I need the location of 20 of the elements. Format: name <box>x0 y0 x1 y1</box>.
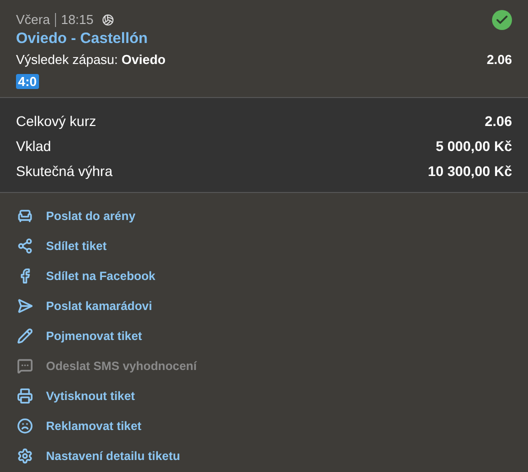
score-badge: 4:0 <box>16 74 39 88</box>
summary-label: Celkový kurz <box>16 112 96 130</box>
action-link[interactable]: Nastavení detailu tiketu <box>0 441 528 471</box>
action-link[interactable]: Pojmenovat tiket <box>0 321 528 351</box>
summary-value: 2.06 <box>484 112 512 130</box>
match-name[interactable]: Oviedo - Castellón <box>16 30 512 48</box>
action-link[interactable]: Poslat kamarádovi <box>0 291 528 321</box>
match-time: 18:15 <box>60 11 94 30</box>
summary-label: Skutečná výhra <box>16 162 112 180</box>
action-link[interactable]: Vytisknout tiket <box>0 381 528 411</box>
bet-odds: 2.06 <box>486 51 512 69</box>
action-link[interactable]: Sdílet na Facebook <box>0 261 528 291</box>
summary-label: Vklad <box>16 137 52 155</box>
action-link[interactable]: Sdílet tiket <box>0 231 528 261</box>
summary-value: 5 000,00 Kč <box>436 137 512 155</box>
match-day: Včera <box>16 10 50 30</box>
action-link[interactable]: Poslat do arény <box>0 201 528 231</box>
bet-selection: Výsledek zápasu: Oviedo <box>16 51 166 69</box>
summary-value: 10 300,00 Kč <box>428 162 512 180</box>
action-link[interactable]: Reklamovat tiket <box>0 411 528 441</box>
